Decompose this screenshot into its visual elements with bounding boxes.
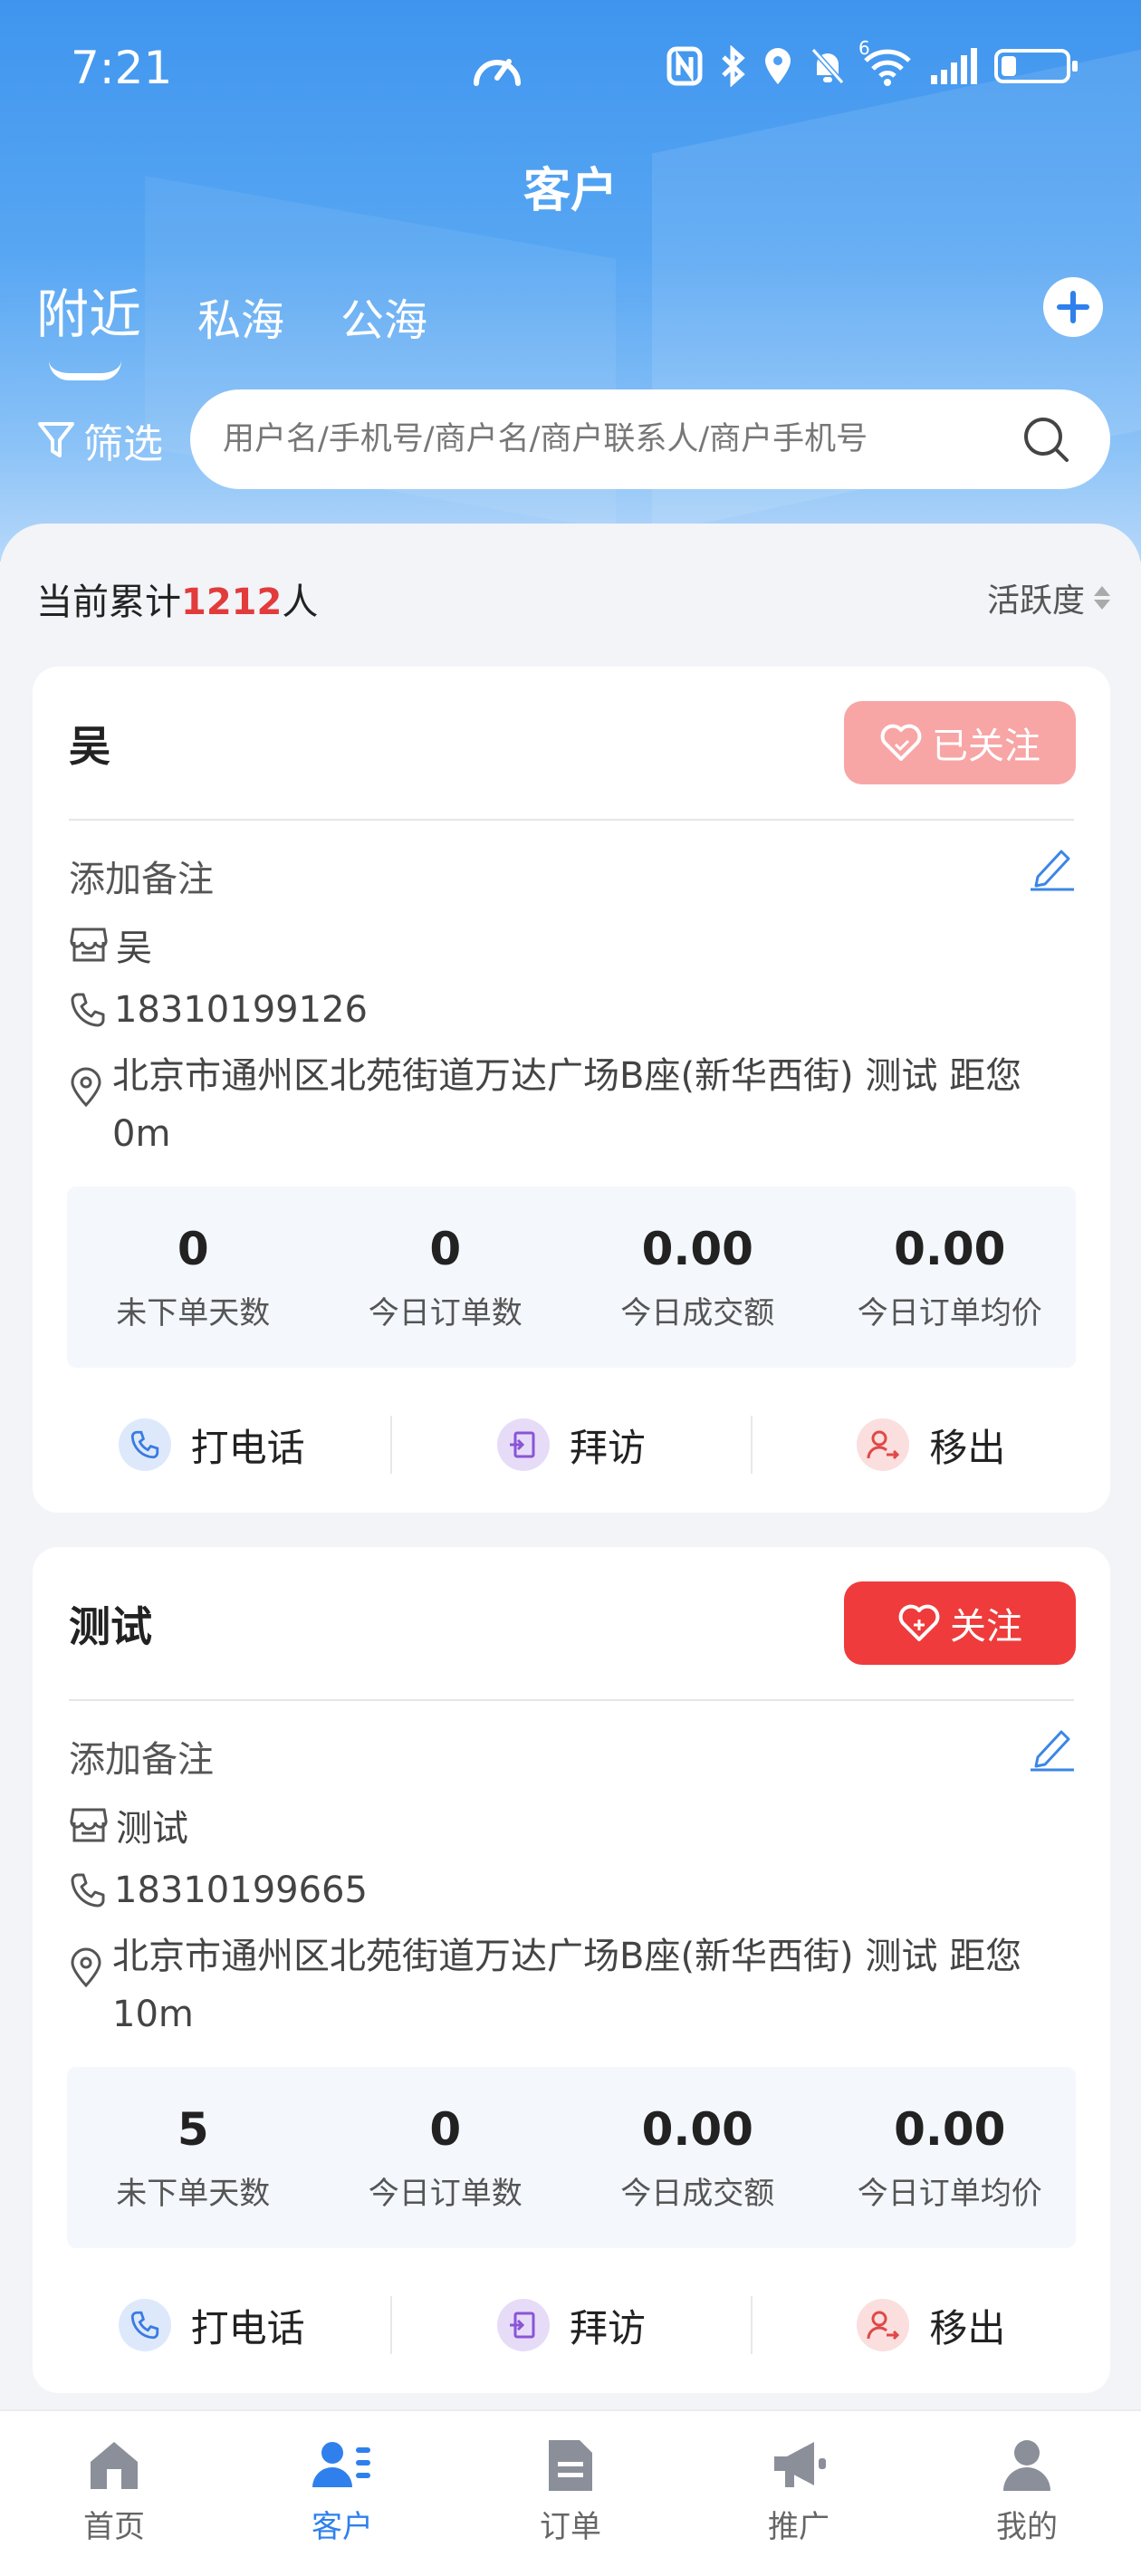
address-row: 北京市通州区北苑街道万达广场B座(新华西街) 测试 距您10m (69, 1927, 1074, 2043)
stat-today-orders: 0 今日订单数 (368, 1222, 523, 1331)
visit-button[interactable]: 拜访 (392, 1418, 750, 1473)
customer-count: 1212 (181, 582, 283, 623)
battery-icon (994, 49, 1078, 83)
location-pin-icon (71, 1947, 101, 1987)
network-label: 6 (858, 37, 870, 59)
visit-icon (496, 2299, 550, 2351)
tab-public-sea[interactable]: 公海 (340, 284, 427, 348)
add-remark-link[interactable]: 添加备注 (69, 1730, 214, 1783)
edit-icon[interactable] (1025, 841, 1078, 893)
nav-orders[interactable]: 订单 (456, 2411, 685, 2576)
call-button[interactable]: 打电话 (33, 2298, 390, 2353)
card-actions: 打电话 拜访 移出 (33, 1409, 1110, 1480)
tab-bar: 附近 私海 公海 (36, 272, 427, 380)
store-icon (70, 928, 108, 962)
stats-panel: 0 未下单天数 0 今日订单数 0.00 今日成交额 0.00 今日订单均价 (67, 1187, 1076, 1368)
remove-user-icon (857, 1418, 910, 1471)
stat-today-orders: 0 今日订单数 (368, 2102, 523, 2212)
tab-private-sea[interactable]: 私海 (197, 284, 284, 348)
phone-row: 18310199665 (69, 1870, 368, 1911)
nav-profile[interactable]: 我的 (913, 2411, 1141, 2576)
add-customer-button[interactable] (1043, 277, 1103, 337)
signal-icon (929, 48, 978, 84)
stat-days-without-order: 5 未下单天数 (116, 2102, 271, 2212)
sort-label: 活跃度 (986, 582, 1085, 620)
active-tab-indicator (49, 360, 121, 380)
megaphone-icon (774, 2442, 826, 2487)
customer-count-summary: 当前累计1212人 (36, 582, 319, 623)
location-icon (762, 46, 793, 86)
search-icon[interactable] (1021, 415, 1070, 464)
stat-avg-order-price: 0.00 今日订单均价 (857, 2102, 1042, 2212)
phone-icon (71, 993, 105, 1027)
add-remark-link[interactable]: 添加备注 (69, 850, 214, 902)
card-divider (69, 1699, 1074, 1701)
customers-icon (312, 2442, 370, 2487)
shop-row: 吴 (69, 918, 152, 971)
nfc-icon (666, 46, 703, 86)
phone-call-icon (118, 2299, 171, 2351)
followed-button[interactable]: 已关注 (844, 701, 1076, 784)
orders-icon (549, 2440, 592, 2491)
stats-panel: 5 未下单天数 0 今日订单数 0.00 今日成交额 0.00 今日订单均价 (67, 2067, 1076, 2248)
shop-name: 测试 (116, 1808, 188, 1850)
nav-home[interactable]: 首页 (0, 2411, 228, 2576)
sort-activity-button[interactable]: 活跃度 (987, 574, 1110, 621)
edit-icon[interactable] (1025, 1721, 1078, 1773)
remove-user-icon (857, 2299, 910, 2351)
status-icons: 6 (666, 37, 1078, 87)
shop-row: 测试 (69, 1799, 188, 1851)
stat-today-revenue: 0.00 今日成交额 (620, 1222, 775, 1331)
card-actions: 打电话 拜访 移出 (33, 2290, 1110, 2360)
bluetooth-icon (719, 45, 746, 87)
customer-name: 测试 (69, 1602, 152, 1651)
address-text: 北京市通州区北苑街道万达广场B座(新华西街) 测试 距您10m (112, 1936, 1022, 2035)
phone-number: 18310199126 (114, 989, 368, 1031)
search-bar (190, 389, 1110, 489)
phone-number: 18310199665 (114, 1870, 368, 1911)
stat-avg-order-price: 0.00 今日订单均价 (857, 1222, 1042, 1331)
address-row: 北京市通州区北苑街道万达广场B座(新华西街) 测试 距您0m (69, 1047, 1074, 1163)
home-icon (91, 2442, 138, 2489)
customer-card: 测试 关注 添加备注 测试 18310199665 北京市通州区北苑街道万达广场… (33, 1547, 1110, 2393)
visit-button[interactable]: 拜访 (392, 2298, 750, 2353)
remove-button[interactable]: 移出 (753, 2298, 1110, 2353)
stat-days-without-order: 0 未下单天数 (116, 1222, 271, 1331)
plus-icon (1057, 291, 1089, 323)
phone-row: 18310199126 (69, 989, 368, 1031)
customer-list-panel: 当前累计1212人 活跃度 吴 已关注 添加备注 吴 18310199126 北… (0, 524, 1141, 2408)
store-icon (70, 1808, 108, 1842)
wifi-icon: 6 (858, 37, 913, 86)
heart-plus-icon (898, 1604, 940, 1641)
phone-call-icon (118, 1418, 171, 1471)
search-input[interactable] (223, 421, 965, 457)
sort-arrows-icon (1094, 586, 1110, 610)
follow-button[interactable]: 关注 (844, 1581, 1076, 1665)
status-bar: 7:21 6 (0, 0, 1141, 136)
filter-label: 筛选 (83, 421, 163, 467)
mute-icon (810, 46, 846, 86)
visit-icon (496, 1418, 550, 1471)
status-time: 7:21 (71, 42, 173, 94)
filter-button[interactable]: 筛选 (36, 411, 163, 469)
profile-icon (1003, 2440, 1050, 2491)
stat-today-revenue: 0.00 今日成交额 (620, 2102, 775, 2212)
nav-promotion[interactable]: 推广 (685, 2411, 913, 2576)
heart-icon (880, 724, 922, 761)
speedometer-icon (474, 59, 521, 86)
remove-button[interactable]: 移出 (753, 1418, 1110, 1473)
card-divider (69, 819, 1074, 821)
shop-name: 吴 (116, 928, 152, 969)
address-text: 北京市通州区北苑街道万达广场B座(新华西街) 测试 距您0m (112, 1055, 1022, 1155)
page-title: 客户 (523, 164, 618, 218)
customer-card: 吴 已关注 添加备注 吴 18310199126 北京市通州区北苑街道万达广场B… (33, 667, 1110, 1513)
call-button[interactable]: 打电话 (33, 1418, 390, 1473)
location-pin-icon (71, 1067, 101, 1107)
customer-name: 吴 (69, 722, 110, 771)
bottom-nav: 首页 客户 订单 推广 我的 (0, 2409, 1141, 2576)
phone-icon (71, 1873, 105, 1908)
funnel-icon (38, 422, 74, 457)
nav-customers[interactable]: 客户 (228, 2411, 456, 2576)
tab-nearby[interactable]: 附近 (36, 272, 141, 380)
